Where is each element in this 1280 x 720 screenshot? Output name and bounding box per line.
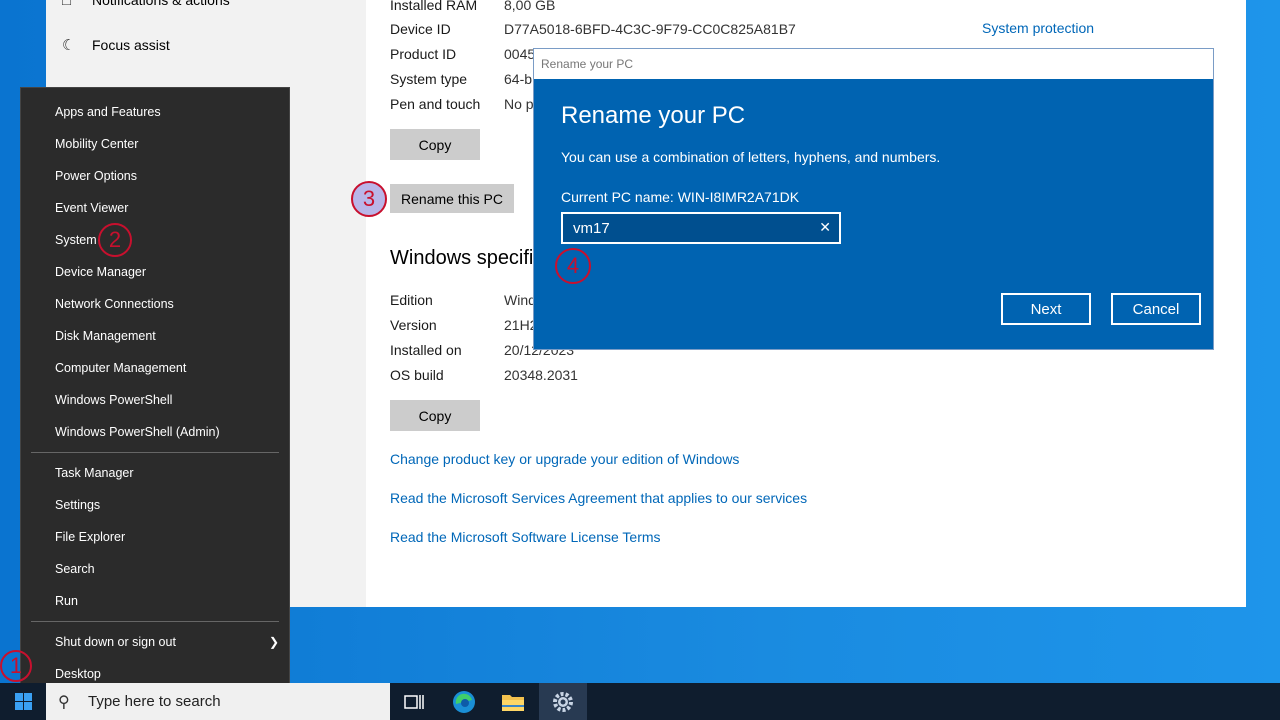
services-agreement-link[interactable]: Read the Microsoft Services Agreement th… — [390, 490, 807, 506]
chevron-right-icon: ❯ — [268, 635, 279, 649]
settings-gear-icon[interactable] — [539, 683, 587, 720]
menu-item-powershell[interactable]: Windows PowerShell — [21, 385, 289, 415]
spec-row-product-id: Product ID 0045 — [390, 44, 535, 64]
dialog-description: You can use a combination of letters, hy… — [561, 149, 941, 165]
dialog-heading: Rename your PC — [561, 102, 746, 129]
menu-item-run[interactable]: Run — [21, 586, 289, 616]
menu-item-power-options[interactable]: Power Options — [21, 161, 289, 191]
spec-key: OS build — [390, 367, 444, 383]
menu-item-apps-features[interactable]: Apps and Features — [21, 97, 289, 127]
windows-specifications-title: Windows specifi — [390, 247, 534, 269]
nav-item-notifications[interactable]: □ Notifications & actions — [62, 0, 230, 15]
start-button[interactable] — [0, 683, 46, 720]
winx-context-menu: Apps and Features Mobility Center Power … — [20, 87, 290, 698]
search-icon: ⚲ — [58, 694, 70, 711]
new-pc-name-input[interactable] — [573, 219, 803, 237]
rename-pc-dialog: Rename your PC Rename your PC You can us… — [533, 48, 1214, 350]
taskbar: ⚲ Type here to search — [0, 683, 1280, 720]
menu-item-task-manager[interactable]: Task Manager — [21, 458, 289, 488]
edge-icon[interactable] — [440, 683, 488, 720]
menu-item-mobility-center[interactable]: Mobility Center — [21, 129, 289, 159]
spec-row-device-id: Device ID D77A5018-6BFD-4C3C-9F79-CC0C82… — [390, 19, 796, 39]
search-placeholder: Type here to search — [88, 693, 221, 710]
spec-row-pen-touch: Pen and touch No p — [390, 94, 534, 114]
copy-device-specs-button[interactable]: Copy — [390, 129, 480, 160]
spec-key: Installed RAM — [390, 0, 478, 13]
rename-pc-button[interactable]: Rename this PC — [390, 184, 514, 213]
spec-row-os-build: OS build 20348.2031 — [390, 365, 578, 385]
current-pc-name: Current PC name: WIN-I8IMR2A71DK — [561, 189, 800, 205]
spec-value: 20348.2031 — [504, 367, 578, 383]
menu-item-event-viewer[interactable]: Event Viewer — [21, 193, 289, 223]
spec-row-system-type: System type 64-b — [390, 69, 532, 89]
spec-key: Edition — [390, 292, 433, 308]
taskbar-search-box[interactable]: ⚲ Type here to search — [46, 683, 390, 720]
spec-key: Pen and touch — [390, 96, 481, 112]
menu-item-shut-down[interactable]: Shut down or sign out ❯ — [21, 627, 289, 657]
nav-item-label: Focus assist — [92, 37, 170, 53]
menu-item-file-explorer[interactable]: File Explorer — [21, 522, 289, 552]
menu-item-computer-management[interactable]: Computer Management — [21, 353, 289, 383]
spec-value: 8,00 GB — [504, 0, 556, 13]
nav-item-focus-assist[interactable]: ☾ Focus assist — [62, 30, 170, 60]
file-explorer-icon[interactable] — [489, 683, 537, 720]
menu-separator — [31, 621, 279, 622]
dialog-titlebar[interactable]: Rename your PC — [534, 49, 1213, 79]
spec-row-edition: Edition Windo — [390, 290, 544, 310]
step-marker-3: 3 — [351, 181, 387, 217]
step-marker-4: 4 — [555, 248, 591, 284]
moon-icon: ☾ — [62, 37, 76, 54]
menu-item-powershell-admin[interactable]: Windows PowerShell (Admin) — [21, 417, 289, 447]
menu-item-device-manager[interactable]: Device Manager — [21, 257, 289, 287]
step-marker-2: 2 — [98, 223, 132, 257]
spec-row-ram: Installed RAM 8,00 GB — [390, 0, 555, 15]
change-product-key-link[interactable]: Change product key or upgrade your editi… — [390, 451, 739, 467]
spec-value: D77A5018-6BFD-4C3C-9F79-CC0C825A81B7 — [504, 21, 796, 37]
spec-key: Installed on — [390, 342, 462, 358]
menu-item-settings[interactable]: Settings — [21, 490, 289, 520]
system-protection-link[interactable]: System protection — [982, 20, 1094, 36]
menu-item-search[interactable]: Search — [21, 554, 289, 584]
menu-item-system[interactable]: System — [21, 225, 289, 255]
nav-item-label: Notifications & actions — [92, 0, 230, 8]
new-pc-name-field[interactable]: ✕ — [561, 212, 841, 244]
clear-icon[interactable]: ✕ — [819, 219, 831, 236]
spec-row-version: Version 21H2 — [390, 315, 537, 335]
spec-value: 0045 — [504, 46, 536, 62]
menu-item-label: Shut down or sign out — [55, 635, 176, 649]
cancel-button[interactable]: Cancel — [1111, 293, 1201, 325]
copy-windows-specs-button[interactable]: Copy — [390, 400, 480, 431]
license-terms-link[interactable]: Read the Microsoft Software License Term… — [390, 529, 661, 545]
windows-logo-icon — [14, 693, 32, 710]
spec-key: Product ID — [390, 46, 457, 62]
step-marker-1: 1 — [0, 650, 32, 682]
spec-value: No p — [504, 96, 534, 112]
menu-separator — [31, 452, 279, 453]
spec-key: System type — [390, 71, 468, 87]
spec-key: Version — [390, 317, 437, 333]
menu-item-network-connections[interactable]: Network Connections — [21, 289, 289, 319]
spec-value: 64-b — [504, 71, 533, 87]
next-button[interactable]: Next — [1001, 293, 1091, 325]
notifications-icon: □ — [62, 0, 72, 9]
spec-key: Device ID — [390, 21, 451, 37]
menu-item-disk-management[interactable]: Disk Management — [21, 321, 289, 351]
task-view-icon[interactable] — [390, 683, 438, 720]
